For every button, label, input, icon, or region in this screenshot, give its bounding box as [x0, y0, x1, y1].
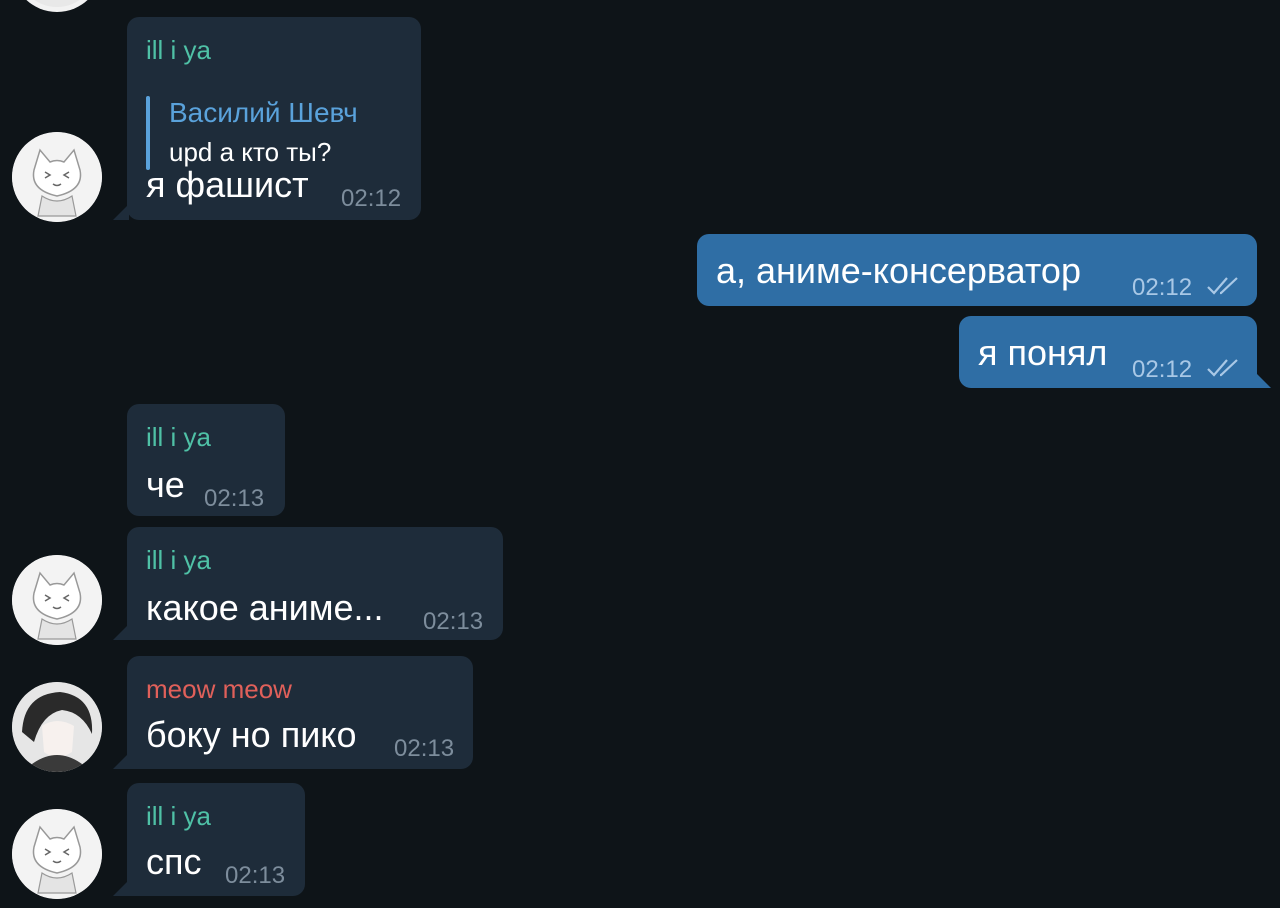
reply-sender-name[interactable]: Василий Шевч [169, 97, 358, 129]
avatar-ill-i-ya[interactable] [12, 555, 102, 645]
sender-name[interactable]: ill i ya [146, 801, 211, 832]
bubble-tail [113, 753, 129, 769]
message-time: 02:12 [1132, 356, 1193, 383]
sender-name[interactable]: meow meow [146, 674, 292, 705]
message-bubble-incoming[interactable]: ill i ya спс 02:13 [113, 783, 305, 896]
read-double-check-icon [1207, 277, 1238, 295]
message-text: спс [146, 841, 202, 882]
message-time: 02:13 [394, 735, 455, 762]
cat-avatar-icon [12, 555, 102, 645]
message-bubble-incoming[interactable]: ill i ya какое аниме... 02:13 [113, 527, 503, 640]
avatar-ill-i-ya[interactable] [12, 132, 102, 222]
message-text: какое аниме... [146, 587, 384, 628]
message-time: 02:13 [204, 485, 265, 512]
message-text: че [146, 464, 185, 505]
message-bubble-outgoing[interactable]: а, аниме-консерватор 02:12 [697, 234, 1257, 306]
avatar-cut-off[interactable] [12, 0, 102, 12]
message-text: я фашист [146, 164, 309, 205]
message-text: а, аниме-консерватор [716, 250, 1081, 291]
bubble-tail [113, 204, 129, 220]
message-time: 02:13 [225, 862, 286, 889]
message-bubble-incoming[interactable]: ill i ya че 02:13 [127, 404, 285, 516]
bubble-tail [113, 880, 129, 896]
message-bubble-incoming[interactable]: meow meow боку но пико 02:13 [113, 656, 473, 769]
message-time: 02:13 [423, 608, 484, 635]
cat-avatar-icon [12, 809, 102, 899]
message-time: 02:12 [341, 185, 402, 212]
sender-name[interactable]: ill i ya [146, 545, 211, 576]
message-bubble-outgoing[interactable]: я понял 02:12 [959, 316, 1271, 388]
avatar-meow-meow[interactable] [12, 682, 102, 772]
cat-avatar-icon [12, 132, 102, 222]
message-time: 02:12 [1132, 274, 1193, 301]
sender-name[interactable]: ill i ya [146, 422, 211, 453]
message-text: боку но пико [146, 714, 357, 755]
avatar-ill-i-ya[interactable] [12, 809, 102, 899]
message-text: я понял [978, 332, 1108, 373]
anime-boy-avatar-icon [12, 682, 102, 772]
read-double-check-icon [1207, 359, 1238, 377]
bubble-tail [1255, 372, 1271, 388]
sender-name[interactable]: ill i ya [146, 35, 211, 66]
message-bubble-incoming[interactable]: ill i ya Василий Шевч upd а кто ты? я фа… [113, 17, 421, 220]
bubble-tail [113, 624, 129, 640]
reply-accent-bar [146, 96, 150, 170]
